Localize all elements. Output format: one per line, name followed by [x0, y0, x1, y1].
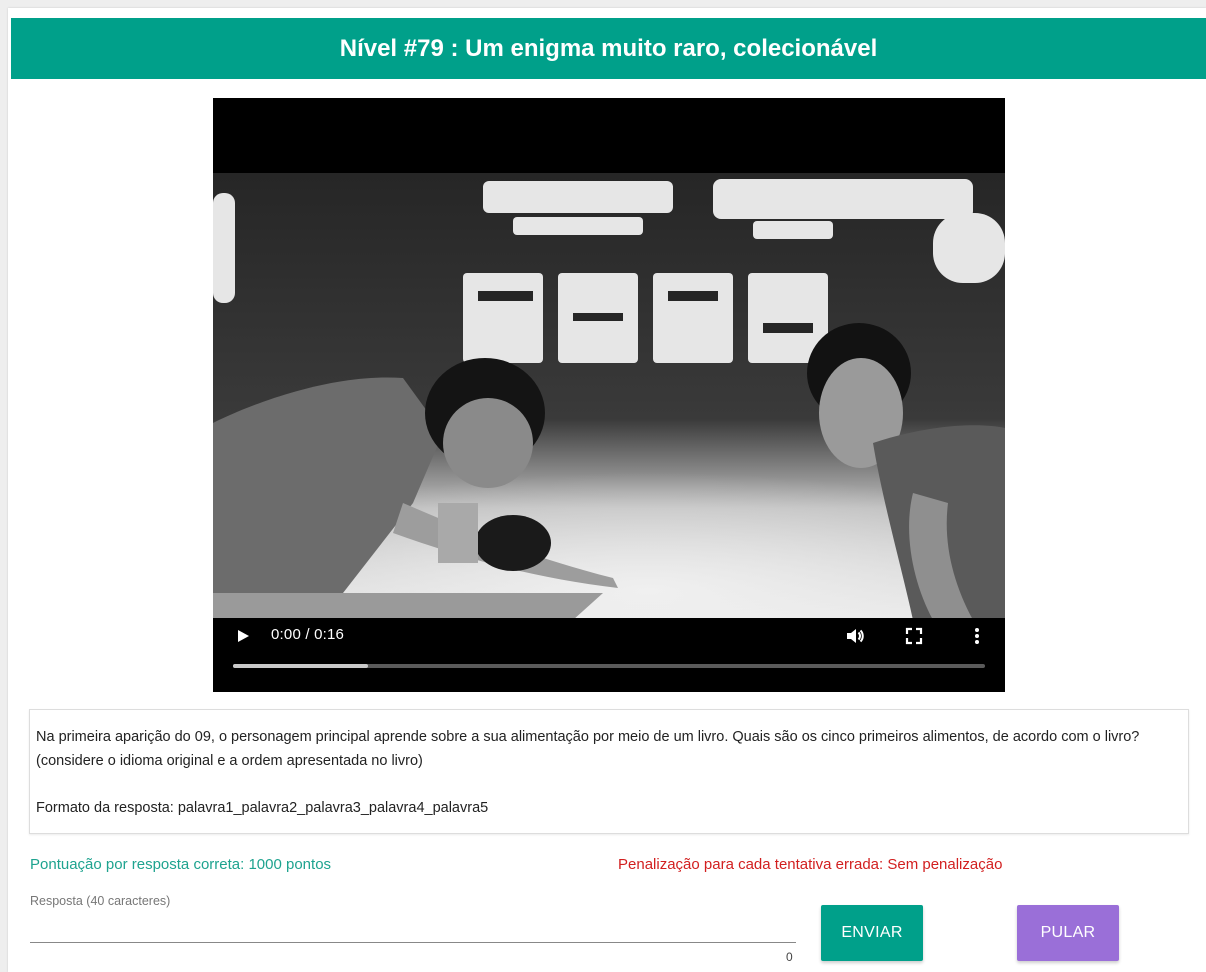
- answer-format: Formato da resposta: palavra1_palavra2_p…: [36, 800, 489, 816]
- answer-input[interactable]: [30, 912, 796, 943]
- video-player[interactable]: 0:00 / 0:16: [213, 98, 1005, 692]
- level-page: Nível #79 : Um enigma muito raro, coleci…: [8, 8, 1206, 972]
- video-controls: 0:00 / 0:16: [213, 618, 1005, 692]
- progress-bar[interactable]: [233, 664, 985, 668]
- play-icon[interactable]: [235, 628, 251, 644]
- send-button[interactable]: ENVIAR: [821, 905, 923, 961]
- fullscreen-icon[interactable]: [904, 626, 924, 646]
- question-text: Na primeira aparição do 09, o personagem…: [36, 729, 1140, 769]
- volume-icon[interactable]: [845, 626, 865, 646]
- score-info: Pontuação por resposta correta: 1000 pon…: [30, 856, 332, 873]
- skip-button[interactable]: PULAR: [1017, 905, 1119, 961]
- time-display: 0:00 / 0:16: [271, 626, 345, 643]
- question-box: Na primeira aparição do 09, o personagem…: [29, 709, 1189, 834]
- progress-fill: [233, 664, 369, 668]
- char-counter: 0: [786, 950, 793, 964]
- video-frame: [213, 173, 1005, 620]
- more-options-icon[interactable]: [967, 626, 987, 646]
- level-title: Nível #79 : Um enigma muito raro, coleci…: [11, 18, 1206, 79]
- answer-label: Resposta (40 caracteres): [30, 894, 171, 908]
- penalty-info: Penalização para cada tentativa errada: …: [618, 856, 1003, 873]
